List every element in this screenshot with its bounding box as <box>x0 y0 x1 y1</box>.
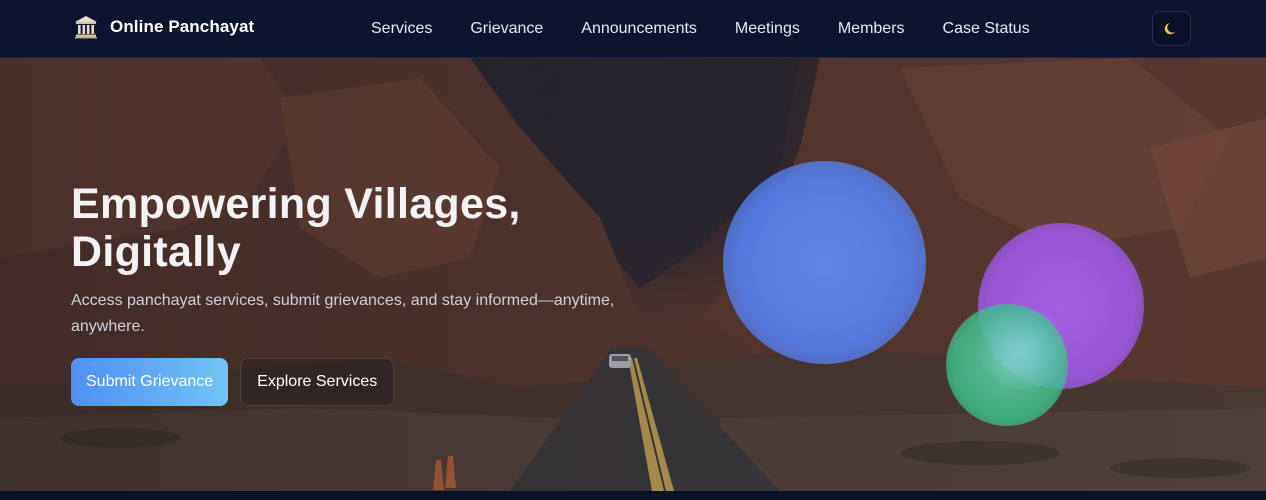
submit-grievance-button[interactable]: Submit Grievance <box>71 358 229 406</box>
nav-link-members[interactable]: Members <box>838 20 905 38</box>
nav-links: Services Grievance Announcements Meeting… <box>371 0 1030 58</box>
nav-link-case-status[interactable]: Case Status <box>943 20 1030 38</box>
nav-link-services[interactable]: Services <box>371 20 432 38</box>
crescent-moon-icon <box>1164 23 1176 35</box>
explore-services-button[interactable]: Explore Services <box>240 358 395 406</box>
bank-building-icon <box>75 16 97 39</box>
brand[interactable]: Online Panchayat <box>74 15 254 39</box>
nav-link-announcements[interactable]: Announcements <box>581 20 697 38</box>
nav-link-grievance[interactable]: Grievance <box>470 20 543 38</box>
decorative-orb-overlap <box>978 304 1068 390</box>
hero-subtitle: Access panchayat services, submit grieva… <box>71 292 615 335</box>
hero-actions: Submit Grievance Explore Services <box>71 358 691 406</box>
hero-content: Empowering Villages, Digitally Access pa… <box>71 180 691 406</box>
next-section-edge <box>0 491 1266 500</box>
brand-name: Online Panchayat <box>110 17 255 36</box>
decorative-blue-orb <box>723 161 926 364</box>
theme-toggle-button[interactable] <box>1152 11 1191 46</box>
hero-title: Empowering Villages, Digitally <box>71 180 521 276</box>
nav-link-meetings[interactable]: Meetings <box>735 20 800 38</box>
hero-section: Empowering Villages, Digitally Access pa… <box>0 58 1266 491</box>
top-navbar: Online Panchayat Services Grievance Anno… <box>0 0 1266 58</box>
